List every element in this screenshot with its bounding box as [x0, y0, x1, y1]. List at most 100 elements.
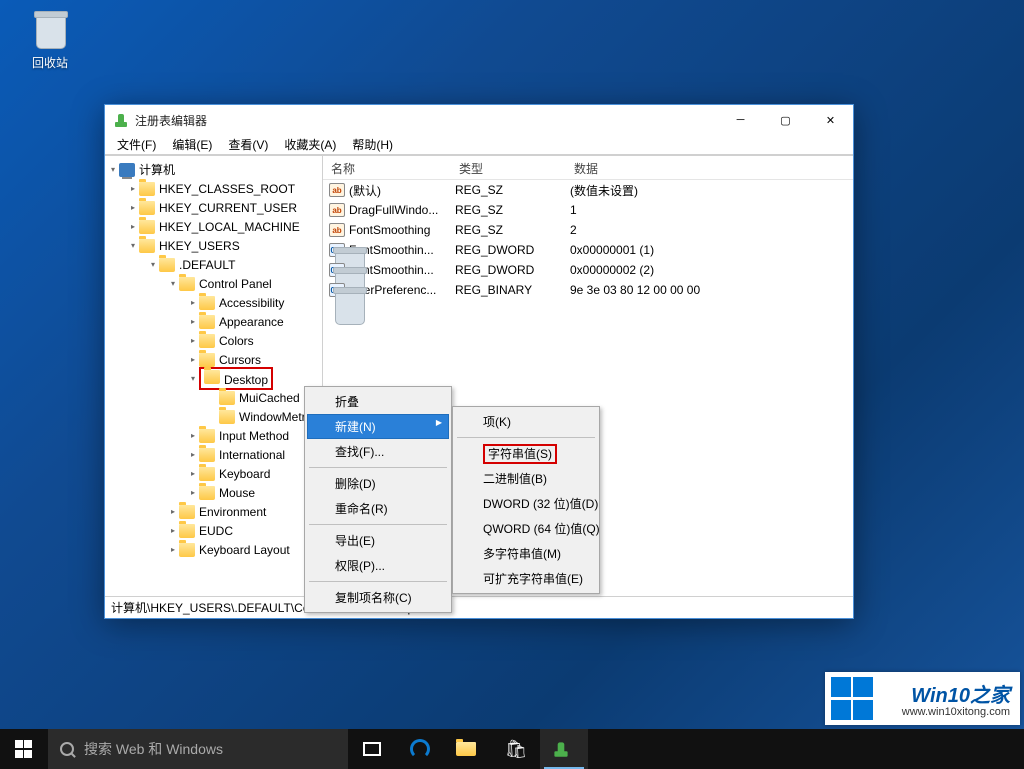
ctx-collapse[interactable]: 折叠: [307, 389, 449, 414]
expand-icon[interactable]: ▸: [167, 506, 179, 518]
value-row[interactable]: abDragFullWindo...REG_SZ1: [323, 200, 853, 220]
ctx-new-binary[interactable]: 二进制值(B): [455, 466, 597, 491]
folder-icon: [199, 448, 215, 462]
value-row[interactable]: 011FontSmoothin...REG_DWORD0x00000002 (2…: [323, 260, 853, 280]
collapse-icon[interactable]: ▾: [187, 373, 199, 385]
tree-item[interactable]: ▸Input Method: [105, 426, 322, 445]
tree-item[interactable]: ▸Colors: [105, 331, 322, 350]
col-data[interactable]: 数据: [568, 156, 853, 179]
expand-icon[interactable]: ▸: [167, 544, 179, 556]
folder-icon: [199, 429, 215, 443]
tree-item[interactable]: ▸Keyboard: [105, 464, 322, 483]
ctx-sep: [309, 524, 447, 525]
menu-fav[interactable]: 收藏夹(A): [276, 134, 344, 155]
tree-item[interactable]: ▸International: [105, 445, 322, 464]
tree-item-label: Accessibility: [219, 296, 284, 310]
ctx-delete[interactable]: 删除(D): [307, 471, 449, 496]
ctx-rename[interactable]: 重命名(R): [307, 496, 449, 521]
tree-item[interactable]: ▸Appearance: [105, 312, 322, 331]
tree-item-label: Keyboard Layout: [199, 543, 290, 557]
ctx-new[interactable]: 新建(N): [307, 414, 449, 439]
ctx-new-expand[interactable]: 可扩充字符串值(E): [455, 566, 597, 591]
start-button[interactable]: [0, 729, 48, 769]
tree-item[interactable]: ▸HKEY_LOCAL_MACHINE: [105, 217, 322, 236]
ctx-new-key[interactable]: 项(K): [455, 409, 597, 434]
collapse-icon[interactable]: ▾: [127, 240, 139, 252]
expand-icon[interactable]: ▸: [187, 354, 199, 366]
tree-item[interactable]: ▸EUDC: [105, 521, 322, 540]
tree-item[interactable]: MuiCached: [105, 388, 322, 407]
value-row[interactable]: 011FontSmoothin...REG_DWORD0x00000001 (1…: [323, 240, 853, 260]
expand-icon[interactable]: ▸: [127, 183, 139, 195]
search-placeholder: 搜索 Web 和 Windows: [84, 739, 223, 759]
search-box[interactable]: 搜索 Web 和 Windows: [48, 729, 348, 769]
tree-item[interactable]: ▸Mouse: [105, 483, 322, 502]
ctx-perms[interactable]: 权限(P)...: [307, 553, 449, 578]
ctx-export[interactable]: 导出(E): [307, 528, 449, 553]
regedit-taskbar-button[interactable]: [540, 729, 588, 769]
expand-icon[interactable]: ▸: [187, 297, 199, 309]
menu-file[interactable]: 文件(F): [109, 134, 164, 155]
desktop-recycle-bin[interactable]: 回收站: [20, 8, 80, 71]
tree-item[interactable]: ▸ Keyboard Layout: [105, 540, 322, 559]
expand-icon[interactable]: ▸: [187, 316, 199, 328]
collapse-icon[interactable]: ▾: [147, 259, 159, 271]
task-view-button[interactable]: [348, 729, 396, 769]
tree-item[interactable]: WindowMetrics: [105, 407, 322, 426]
folder-icon: [204, 370, 220, 384]
expand-icon[interactable]: ▾: [107, 164, 119, 176]
tree-item[interactable]: ▾.DEFAULT: [105, 255, 322, 274]
tree-item[interactable]: ▸Environment: [105, 502, 322, 521]
ctx-find[interactable]: 查找(F)...: [307, 439, 449, 464]
expand-icon[interactable]: ▸: [187, 449, 199, 461]
store-button[interactable]: 🛍: [492, 729, 540, 769]
tree-item[interactable]: ▸HKEY_CURRENT_USER: [105, 198, 322, 217]
folder-icon: [199, 296, 215, 310]
expand-icon[interactable]: ▸: [187, 430, 199, 442]
close-button[interactable]: ✕: [808, 105, 853, 135]
titlebar[interactable]: 注册表编辑器 ─ ▢ ✕: [105, 105, 853, 135]
ctx-new-string[interactable]: 字符串值(S): [455, 441, 597, 466]
expand-icon[interactable]: ▸: [167, 525, 179, 537]
tree-item[interactable]: ▸ HKEY_CLASSES_ROOT: [105, 179, 322, 198]
logo-text: Win10之家: [875, 679, 1010, 708]
col-type[interactable]: 类型: [453, 156, 568, 179]
tree-pane[interactable]: ▾ 计算机 ▸ HKEY_CLASSES_ROOT ▸HKEY_CURRENT_US…: [105, 156, 323, 596]
ctx-new-multi[interactable]: 多字符串值(M): [455, 541, 597, 566]
minimize-button[interactable]: ─: [718, 105, 763, 135]
ctx-new-qword[interactable]: QWORD (64 位)值(Q): [455, 516, 597, 541]
expand-icon[interactable]: ▸: [127, 202, 139, 214]
col-name[interactable]: 名称: [323, 156, 453, 179]
edge-button[interactable]: [396, 729, 444, 769]
menu-help[interactable]: 帮助(H): [344, 134, 401, 155]
value-type: REG_BINARY: [455, 283, 570, 297]
search-icon: [60, 742, 74, 756]
tree-item-label: HKEY_USERS: [159, 239, 240, 253]
value-row[interactable]: ab(默认)REG_SZ(数值未设置): [323, 180, 853, 200]
menu-edit[interactable]: 编辑(E): [164, 134, 220, 155]
tree-item[interactable]: ▸ Accessibility: [105, 293, 322, 312]
tree-item[interactable]: ▾Control Panel: [105, 274, 322, 293]
ctx-copykey[interactable]: 复制项名称(C): [307, 585, 449, 610]
file-explorer-button[interactable]: [444, 729, 492, 769]
maximize-button[interactable]: ▢: [763, 105, 808, 135]
tree-item[interactable]: ▾ HKEY_USERS: [105, 236, 322, 255]
window-title: 注册表编辑器: [135, 112, 718, 129]
value-row[interactable]: abFontSmoothingREG_SZ2: [323, 220, 853, 240]
tree-item[interactable]: ▾Desktop: [105, 369, 322, 388]
regedit-icon: [113, 112, 129, 128]
tree-item-label: HKEY_CLASSES_ROOT: [159, 182, 295, 196]
recycle-bin-icon: [31, 8, 69, 50]
expand-icon[interactable]: ▸: [187, 468, 199, 480]
value-row[interactable]: 011UserPreferenc...REG_BINARY9e 3e 03 80…: [323, 280, 853, 300]
expand-icon[interactable]: ▸: [127, 221, 139, 233]
menu-view[interactable]: 查看(V): [220, 134, 276, 155]
expand-icon[interactable]: ▸: [187, 487, 199, 499]
binary-value-icon: 011: [329, 283, 345, 297]
collapse-icon[interactable]: ▾: [167, 278, 179, 290]
ctx-new-dword[interactable]: DWORD (32 位)值(D): [455, 491, 597, 516]
tree-root[interactable]: ▾ 计算机: [105, 160, 322, 179]
expand-icon[interactable]: ▸: [187, 335, 199, 347]
ctx-sep: [309, 581, 447, 582]
ctx-sep: [457, 437, 595, 438]
